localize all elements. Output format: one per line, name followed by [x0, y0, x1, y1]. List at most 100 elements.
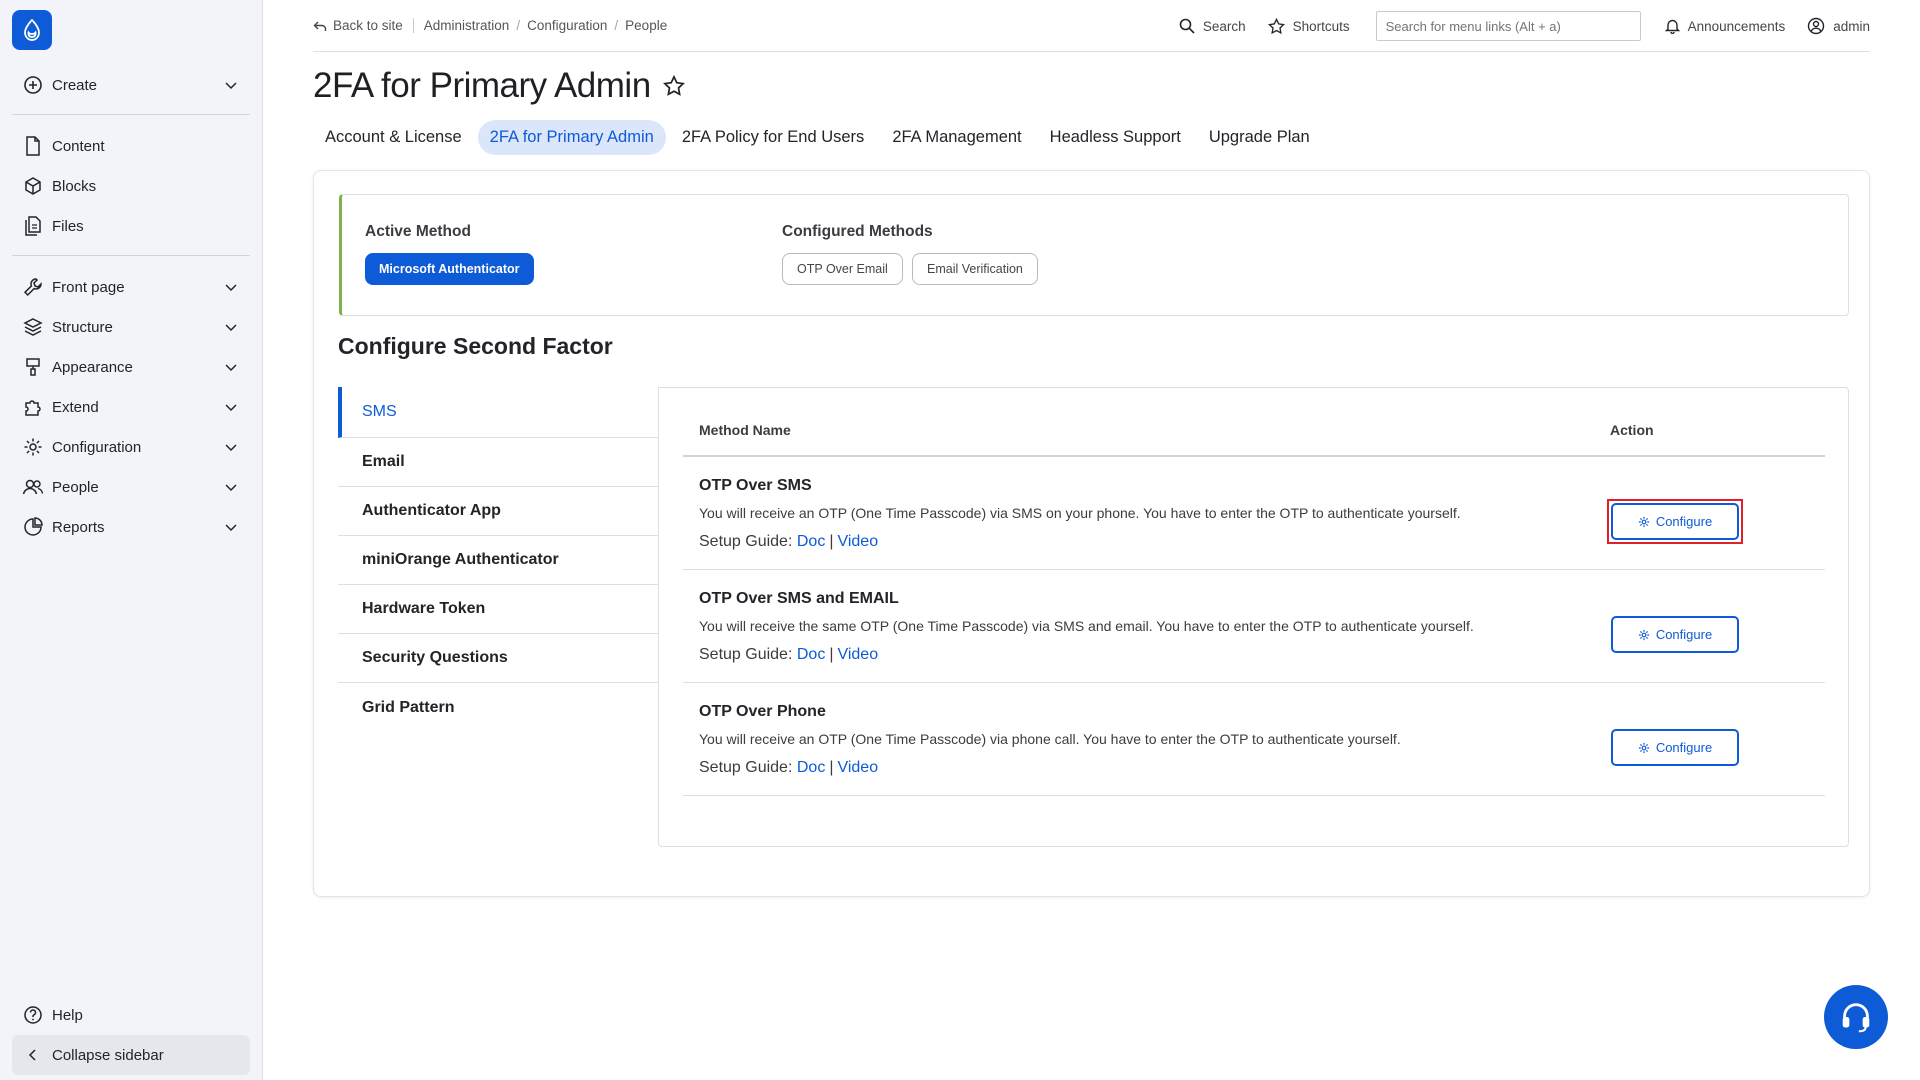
table-header: Method Name Action — [683, 388, 1825, 457]
sidebar-divider — [12, 255, 250, 256]
chevron-down-icon — [225, 484, 237, 492]
video-link[interactable]: Video — [837, 759, 878, 776]
page-header: 2FA for Primary Admin — [313, 66, 685, 106]
drupal-logo[interactable] — [12, 10, 52, 50]
drop-icon — [24, 19, 40, 41]
sidebar-item-help[interactable]: Help — [12, 995, 250, 1035]
video-link[interactable]: Video — [837, 646, 878, 663]
tab-account-license[interactable]: Account & License — [313, 120, 474, 155]
factor-category-tabs: SMS Email Authenticator App miniOrange A… — [338, 387, 658, 732]
chevron-down-icon — [225, 324, 237, 332]
category-tab-authenticator-app[interactable]: Authenticator App — [338, 487, 658, 536]
shortcuts-label: Shortcuts — [1292, 18, 1350, 34]
chevron-down-icon — [225, 284, 237, 292]
table-row: OTP Over SMS You will receive an OTP (On… — [683, 457, 1825, 570]
category-tab-hardware-token[interactable]: Hardware Token — [338, 585, 658, 634]
favorite-star-icon[interactable] — [662, 75, 685, 97]
breadcrumb-people[interactable]: People — [625, 18, 667, 33]
sidebar-item-appearance[interactable]: Appearance — [12, 347, 250, 387]
sidebar-item-front-page[interactable]: Front page — [12, 267, 250, 307]
doc-link[interactable]: Doc — [797, 646, 825, 663]
configure-button[interactable]: Configure — [1611, 503, 1739, 540]
method-name: OTP Over SMS — [699, 477, 812, 494]
breadcrumb-separator: / — [516, 18, 521, 33]
setup-guide-label: Setup Guide: — [699, 646, 793, 663]
video-link[interactable]: Video — [837, 533, 878, 550]
sidebar-item-reports[interactable]: Reports — [12, 507, 250, 547]
chevron-down-icon — [225, 404, 237, 412]
chart-icon — [22, 516, 44, 538]
gear-icon — [1638, 516, 1649, 527]
user-icon — [1808, 17, 1825, 35]
breadcrumb-administration[interactable]: Administration — [424, 18, 510, 33]
puzzle-icon — [22, 396, 44, 418]
plus-circle-icon — [22, 74, 44, 96]
sidebar-item-people[interactable]: People — [12, 467, 250, 507]
configured-methods-label: Configured Methods — [782, 223, 933, 240]
sidebar-item-configuration[interactable]: Configuration — [12, 427, 250, 467]
category-tab-email[interactable]: Email — [338, 438, 658, 487]
back-arrow-icon — [313, 21, 327, 31]
gear-icon — [1638, 629, 1649, 640]
primary-tabs: Account & License 2FA for Primary Admin … — [313, 120, 1326, 155]
paint-icon — [22, 356, 44, 378]
category-tab-sms[interactable]: SMS — [338, 387, 658, 438]
page-title: 2FA for Primary Admin — [313, 66, 651, 105]
sidebar-item-blocks[interactable]: Blocks — [12, 166, 250, 206]
breadcrumb-configuration[interactable]: Configuration — [527, 18, 607, 33]
chevron-down-icon — [225, 364, 237, 372]
setup-guide-label: Setup Guide: — [699, 533, 793, 550]
files-icon — [22, 215, 44, 237]
breadcrumb-separator: / — [614, 18, 619, 33]
sidebar-item-content[interactable]: Content — [12, 126, 250, 166]
chevron-down-icon — [225, 444, 237, 452]
back-label: Back to site — [333, 18, 403, 33]
setup-guide: Setup Guide: Doc | Video — [699, 646, 878, 664]
active-method-badge: Microsoft Authenticator — [365, 253, 534, 285]
support-chat-button[interactable] — [1824, 985, 1888, 1049]
sidebar-item-label: People — [52, 478, 99, 496]
tab-headless-support[interactable]: Headless Support — [1038, 120, 1193, 155]
search-button[interactable]: Search — [1179, 18, 1246, 34]
configure-button[interactable]: Configure — [1611, 616, 1739, 653]
link-separator: | — [829, 533, 834, 550]
configured-method-otp-email: OTP Over Email — [782, 253, 903, 285]
method-description: You will receive the same OTP (One Time … — [699, 618, 1474, 634]
tab-2fa-policy-end-users[interactable]: 2FA Policy for End Users — [670, 120, 877, 155]
section-title: Configure Second Factor — [338, 333, 613, 359]
doc-link[interactable]: Doc — [797, 533, 825, 550]
category-tab-miniorange-authenticator[interactable]: miniOrange Authenticator — [338, 536, 658, 585]
tab-2fa-primary-admin[interactable]: 2FA for Primary Admin — [477, 120, 666, 155]
table-row: OTP Over SMS and EMAIL You will receive … — [683, 570, 1825, 683]
chevron-left-icon — [22, 1044, 44, 1066]
sidebar-item-structure[interactable]: Structure — [12, 307, 250, 347]
menu-search-input[interactable] — [1375, 11, 1641, 41]
methods-summary: Active Method Microsoft Authenticator Co… — [339, 194, 1849, 316]
sidebar-item-label: Front page — [52, 278, 125, 296]
sidebar-item-create[interactable]: Create — [12, 65, 250, 105]
sidebar-item-label: Reports — [52, 518, 105, 536]
sidebar-item-label: Extend — [52, 398, 99, 416]
topbar-actions: Search Shortcuts Announcements admin — [1157, 0, 1870, 52]
search-icon — [1179, 18, 1195, 34]
back-to-site-link[interactable]: Back to site — [313, 18, 414, 33]
chevron-down-icon — [225, 524, 237, 532]
sidebar-item-files[interactable]: Files — [12, 206, 250, 246]
category-tab-grid-pattern[interactable]: Grid Pattern — [338, 683, 658, 732]
user-menu-button[interactable]: admin — [1807, 17, 1870, 35]
sidebar-item-extend[interactable]: Extend — [12, 387, 250, 427]
table-row: OTP Over Phone You will receive an OTP (… — [683, 683, 1825, 796]
method-description: You will receive an OTP (One Time Passco… — [699, 731, 1401, 747]
configure-label: Configure — [1655, 627, 1713, 642]
configure-button[interactable]: Configure — [1611, 729, 1739, 766]
collapse-sidebar-button[interactable]: Collapse sidebar — [12, 1035, 250, 1075]
sidebar-item-label: Help — [52, 1006, 83, 1024]
category-tab-security-questions[interactable]: Security Questions — [338, 634, 658, 683]
user-label: admin — [1833, 18, 1870, 34]
main-card: Active Method Microsoft Authenticator Co… — [313, 170, 1870, 897]
tab-upgrade-plan[interactable]: Upgrade Plan — [1197, 120, 1322, 155]
doc-link[interactable]: Doc — [797, 759, 825, 776]
shortcuts-button[interactable]: Shortcuts — [1267, 17, 1350, 35]
tab-2fa-management[interactable]: 2FA Management — [880, 120, 1033, 155]
announcements-button[interactable]: Announcements — [1664, 18, 1785, 34]
